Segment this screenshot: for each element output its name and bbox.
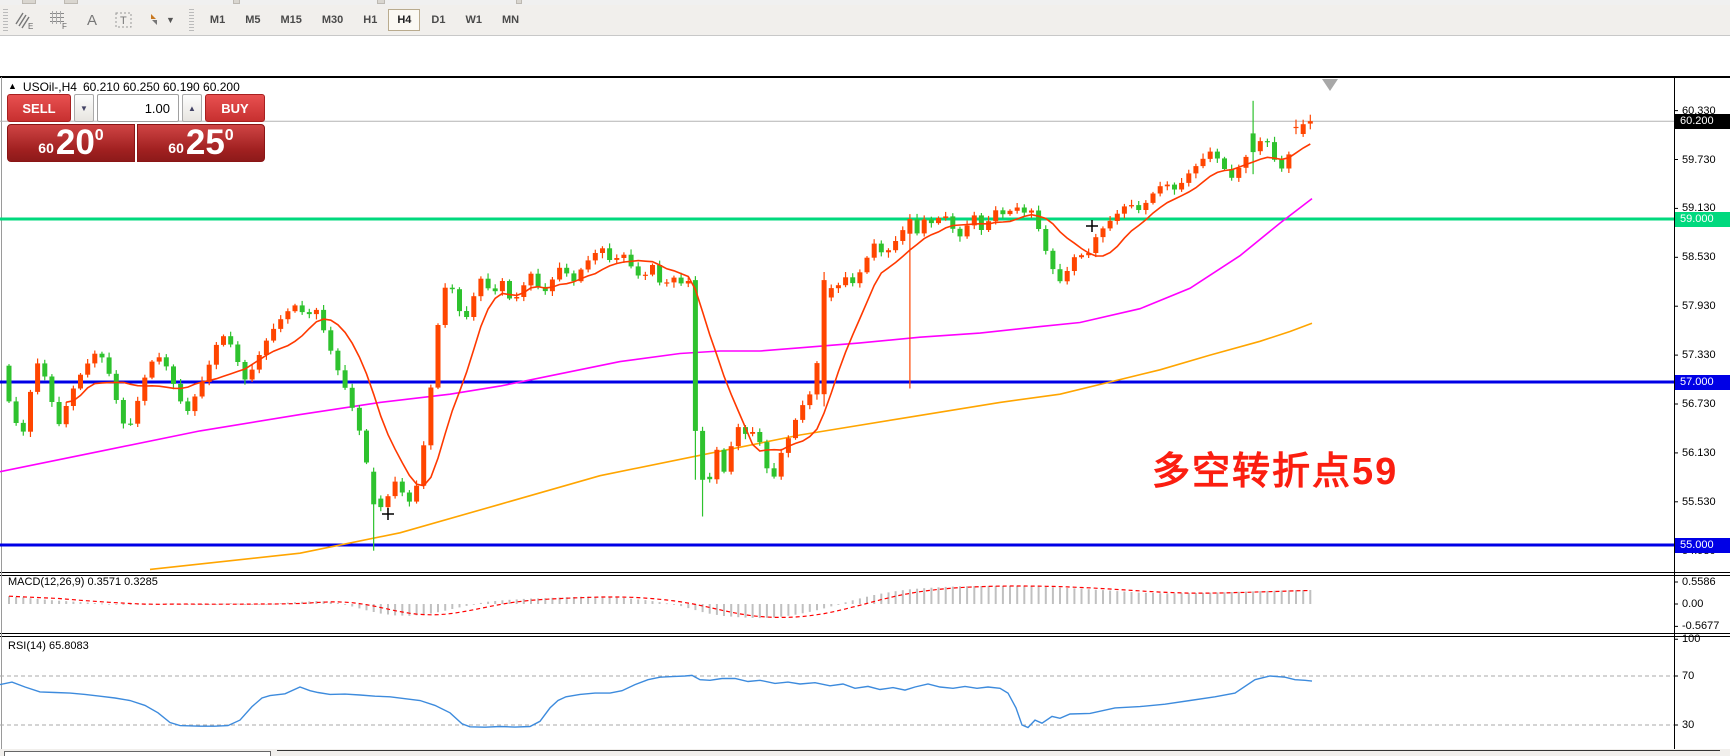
svg-text:F: F bbox=[62, 22, 67, 30]
timeframe-button-mn[interactable]: MN bbox=[493, 9, 528, 31]
macd-label: MACD(12,26,9) 0.3571 0.3285 bbox=[8, 576, 158, 588]
macd-scale-label: -0.5677 bbox=[1682, 620, 1719, 632]
caret-down-icon: ▼ bbox=[166, 15, 175, 25]
rsi-scale-label: 100 bbox=[1682, 633, 1700, 645]
macd-scale-label: 0.5586 bbox=[1682, 576, 1716, 588]
grid-f-icon[interactable]: F bbox=[43, 8, 75, 32]
mt4-window: { "toolbar": { "tools": [ {"name": "patt… bbox=[0, 0, 1730, 756]
buy-price-pip: 0 bbox=[225, 128, 234, 144]
candlesticks bbox=[7, 101, 1313, 551]
toolbar: E F A T ▼ bbox=[0, 5, 1730, 36]
sell-price-prefix: 60 bbox=[38, 138, 54, 159]
timeframe-button-h4[interactable]: H4 bbox=[388, 9, 420, 31]
price-scale-label: 55.530 bbox=[1682, 496, 1716, 508]
buy-price-prefix: 60 bbox=[168, 138, 184, 159]
rsi-scale-label: 70 bbox=[1682, 670, 1694, 682]
macd-scale-label: 0.00 bbox=[1682, 598, 1703, 610]
volume-up-button[interactable]: ▲ bbox=[182, 94, 202, 122]
timeframe-button-m5[interactable]: M5 bbox=[236, 9, 269, 31]
price-scale-label: 57.330 bbox=[1682, 349, 1716, 361]
text-label-icon[interactable]: A bbox=[77, 8, 107, 32]
timeframe-button-m1[interactable]: M1 bbox=[201, 9, 234, 31]
rsi-line bbox=[0, 675, 1312, 727]
sell-price-tile[interactable]: 60 20 0 bbox=[7, 124, 135, 162]
crosshatch-e-icon[interactable]: E bbox=[9, 8, 41, 32]
volume-down-button[interactable]: ▼ bbox=[74, 94, 94, 122]
svg-text:E: E bbox=[28, 22, 33, 30]
chart-window[interactable]: ▲ USOil-,H4 60.210 60.250 60.190 60.200 … bbox=[0, 36, 1730, 750]
buy-price-tile[interactable]: 60 25 0 bbox=[137, 124, 265, 162]
level-price-badge: 59.000 bbox=[1675, 212, 1730, 227]
macd-histogram bbox=[8, 586, 1311, 618]
svg-text:T: T bbox=[120, 15, 127, 27]
text-box-icon[interactable]: T bbox=[109, 8, 139, 32]
timeframe-bar: M1M5M15M30H1H4D1W1MN bbox=[200, 9, 529, 31]
timeframe-button-d1[interactable]: D1 bbox=[422, 9, 454, 31]
chart-ohlc-title: ▲ USOil-,H4 60.210 60.250 60.190 60.200 bbox=[8, 80, 240, 94]
price-scale-label: 57.930 bbox=[1682, 300, 1716, 312]
bottom-window-edge bbox=[0, 749, 1730, 756]
timeframe-button-w1[interactable]: W1 bbox=[456, 9, 491, 31]
collapse-triangle-icon[interactable]: ▲ bbox=[8, 81, 17, 91]
price-scale-label: 56.730 bbox=[1682, 398, 1716, 410]
level-price-badge: 57.000 bbox=[1675, 375, 1730, 390]
symbol-name: USOil-,H4 bbox=[23, 80, 77, 94]
buy-button[interactable]: BUY bbox=[205, 94, 265, 122]
sell-button[interactable]: SELL bbox=[7, 94, 71, 122]
level-price-badge: 55.000 bbox=[1675, 538, 1730, 553]
arrows-dropdown-icon[interactable]: ▼ bbox=[141, 8, 180, 32]
one-click-trade-panel: SELL ▼ 1.00 ▲ BUY 60 20 0 60 25 0 bbox=[7, 94, 265, 162]
ohlc-values: 60.210 60.250 60.190 60.200 bbox=[83, 80, 240, 94]
macd-signal-line bbox=[9, 586, 1310, 617]
volume-input[interactable]: 1.00 bbox=[97, 94, 179, 122]
toolbar-separator bbox=[189, 9, 194, 31]
current-price-badge: 60.200 bbox=[1675, 114, 1730, 129]
price-scale-label: 56.130 bbox=[1682, 447, 1716, 459]
sell-price-main: 20 bbox=[56, 127, 95, 159]
sell-price-pip: 0 bbox=[95, 128, 104, 144]
price-scale-label: 59.730 bbox=[1682, 154, 1716, 166]
chart-annotation-text[interactable]: 多空转折点59 bbox=[1152, 440, 1398, 495]
buy-price-main: 25 bbox=[186, 127, 225, 159]
price-scale-label: 58.530 bbox=[1682, 251, 1716, 263]
rsi-scale-label: 30 bbox=[1682, 719, 1694, 731]
timeframe-button-m15[interactable]: M15 bbox=[271, 9, 310, 31]
chart-shift-triangle-icon bbox=[1322, 79, 1338, 91]
timeframe-button-m30[interactable]: M30 bbox=[313, 9, 352, 31]
rsi-label: RSI(14) 65.8083 bbox=[8, 640, 89, 652]
ma-fast-red bbox=[66, 144, 1310, 486]
timeframe-button-h1[interactable]: H1 bbox=[354, 9, 386, 31]
ma-mid-magenta bbox=[0, 199, 1312, 472]
toolbar-grip[interactable] bbox=[3, 9, 8, 31]
